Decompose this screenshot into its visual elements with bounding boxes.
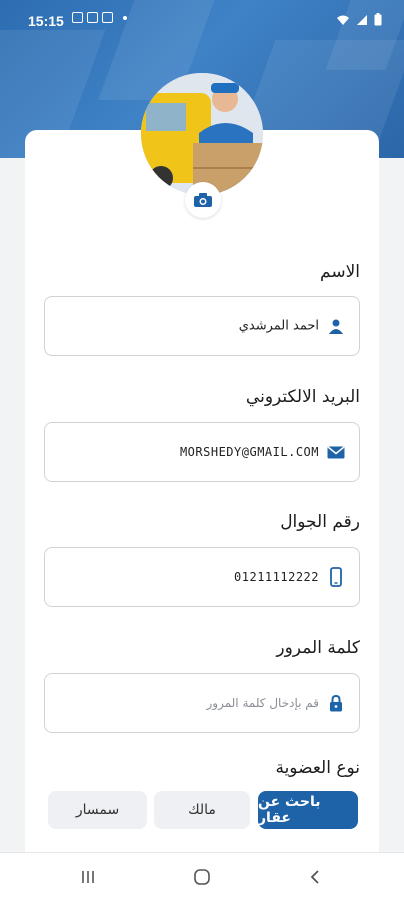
camera-icon — [194, 193, 212, 207]
email-label: البريد الالكتروني — [245, 387, 360, 407]
phone-field[interactable]: 01211112222 — [44, 547, 360, 607]
membership-options: باحث عن عقار مالك سمسار — [48, 791, 358, 831]
profile-avatar[interactable] — [141, 73, 263, 195]
battery-icon — [374, 13, 382, 26]
back-button[interactable] — [285, 853, 345, 901]
more-notifications-icon — [123, 15, 127, 20]
name-value: احمد المرشدي — [238, 318, 319, 334]
home-button[interactable] — [172, 853, 232, 901]
password-label: كلمة المرور — [276, 638, 360, 658]
membership-option-seeker[interactable]: باحث عن عقار — [258, 791, 358, 829]
phone-value: 01211112222 — [234, 570, 319, 584]
mobile-phone-icon — [326, 567, 346, 587]
mail-icon — [102, 12, 113, 23]
email-field[interactable]: MORSHEDY@GMAIL.COM — [44, 422, 360, 482]
back-chevron-icon — [310, 870, 319, 884]
wifi-icon — [337, 15, 349, 25]
name-field[interactable]: احمد المرشدي — [44, 296, 360, 356]
password-field[interactable]: قم بإدخال كلمة المرور — [44, 673, 360, 733]
avatar-image — [141, 73, 263, 195]
mail-icon — [87, 12, 98, 23]
status-time: 15:15 — [28, 13, 64, 29]
recent-apps-icon — [82, 871, 94, 883]
system-icons — [336, 13, 382, 26]
password-placeholder: قم بإدخال كلمة المرور — [206, 696, 320, 710]
user-icon — [326, 316, 346, 336]
phone-label: رقم الجوال — [280, 512, 360, 532]
email-value: MORSHEDY@GMAIL.COM — [179, 445, 319, 459]
membership-option-owner[interactable]: مالك — [154, 791, 250, 829]
recent-apps-button[interactable] — [58, 853, 118, 901]
envelope-icon — [326, 442, 346, 462]
membership-label: نوع العضوية — [275, 758, 360, 778]
name-label: الاسم — [320, 262, 360, 282]
signal-icon — [357, 14, 367, 25]
gallery-icon — [72, 12, 83, 23]
change-photo-button[interactable] — [185, 182, 221, 218]
system-navigation-bar — [0, 852, 404, 901]
lock-icon — [326, 693, 346, 713]
home-icon — [194, 869, 210, 885]
membership-option-broker[interactable]: سمسار — [48, 791, 147, 829]
notification-icons — [72, 12, 127, 23]
status-bar: 15:15 — [0, 0, 404, 40]
